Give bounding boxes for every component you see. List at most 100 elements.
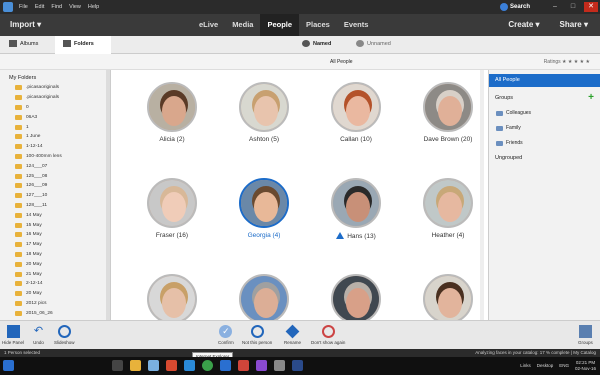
file-explorer-icon[interactable] bbox=[130, 360, 141, 371]
app-icon[interactable] bbox=[256, 360, 267, 371]
language-indicator[interactable]: ENG bbox=[559, 363, 569, 368]
import-button[interactable]: Import ▾ bbox=[10, 20, 41, 29]
folder-item[interactable]: 100-400mm lens bbox=[15, 152, 62, 162]
not-this-person-button[interactable]: Not this person bbox=[242, 325, 272, 345]
person-name[interactable]: Alicia (2) bbox=[126, 136, 218, 143]
face-thumbnail[interactable] bbox=[423, 274, 473, 320]
add-group-icon[interactable]: + bbox=[588, 92, 594, 103]
folder-item[interactable]: 1-12-14 bbox=[15, 142, 62, 152]
dont-show-again-button[interactable]: Don't show again bbox=[311, 325, 345, 345]
group-friends[interactable]: Friends bbox=[496, 140, 523, 146]
folder-item[interactable]: 20 May bbox=[15, 289, 62, 299]
folder-item[interactable]: 126___09 bbox=[15, 181, 62, 191]
named-tab[interactable]: Named bbox=[302, 40, 331, 47]
app-icon[interactable] bbox=[220, 360, 231, 371]
folder-item[interactable]: 16 May bbox=[15, 230, 62, 240]
task-view-icon[interactable] bbox=[112, 360, 123, 371]
person-tile[interactable]: Ashton (5) bbox=[218, 82, 310, 143]
folder-item[interactable]: .picasaoriginals bbox=[15, 93, 62, 103]
folder-item[interactable]: 128___11 bbox=[15, 201, 62, 211]
folder-item[interactable]: 17 May bbox=[15, 240, 62, 250]
person-name[interactable]: Hans (13) bbox=[310, 232, 402, 240]
folders-scrollbar[interactable] bbox=[106, 70, 110, 320]
folder-item[interactable]: 21 May bbox=[15, 269, 62, 279]
face-thumbnail[interactable] bbox=[147, 82, 197, 132]
person-tile[interactable] bbox=[310, 274, 402, 320]
chrome-icon[interactable] bbox=[202, 360, 213, 371]
menu-find[interactable]: Find bbox=[51, 4, 62, 10]
share-button[interactable]: Share ▾ bbox=[560, 20, 588, 29]
catalog-name[interactable]: My Catalog bbox=[573, 350, 596, 355]
folder-item[interactable]: 2012 pics bbox=[15, 299, 62, 309]
person-name[interactable]: Heather (4) bbox=[402, 232, 484, 239]
folder-item[interactable]: 18 May bbox=[15, 250, 62, 260]
group-family[interactable]: Family bbox=[496, 125, 521, 131]
app-icon[interactable] bbox=[238, 360, 249, 371]
folder-item[interactable]: 2-12-14 bbox=[15, 279, 62, 289]
person-tile[interactable]: Dave Brown (20) bbox=[402, 82, 484, 143]
folder-item[interactable]: 127___10 bbox=[15, 191, 62, 201]
person-name[interactable]: Callan (10) bbox=[310, 136, 402, 143]
folder-item[interactable]: 15 May bbox=[15, 220, 62, 230]
person-tile[interactable]: Callan (10) bbox=[310, 82, 402, 143]
create-button[interactable]: Create ▾ bbox=[508, 20, 539, 29]
folder-item[interactable]: 06A3 bbox=[15, 112, 62, 122]
folder-item[interactable]: 20 May bbox=[15, 259, 62, 269]
face-thumbnail[interactable] bbox=[423, 178, 473, 228]
slideshow-button[interactable]: Slideshow bbox=[54, 325, 75, 345]
folders-tab[interactable]: Folders bbox=[55, 36, 111, 54]
menu-file[interactable]: File bbox=[19, 4, 28, 10]
group-colleagues[interactable]: Colleagues bbox=[496, 110, 531, 116]
internet-explorer-icon[interactable] bbox=[184, 360, 195, 371]
confirm-button[interactable]: ✓ Confirm bbox=[218, 325, 234, 345]
person-tile[interactable]: Georgia (4) bbox=[218, 178, 310, 239]
face-thumbnail[interactable] bbox=[147, 178, 197, 228]
face-thumbnail[interactable] bbox=[331, 82, 381, 132]
menu-help[interactable]: Help bbox=[88, 4, 99, 10]
menu-view[interactable]: View bbox=[69, 4, 81, 10]
face-thumbnail[interactable] bbox=[239, 274, 289, 320]
person-name[interactable]: Dave Brown (20) bbox=[402, 136, 484, 143]
folder-item[interactable]: 1 bbox=[15, 122, 62, 132]
app-icon[interactable] bbox=[274, 360, 285, 371]
photoshop-elements-icon[interactable] bbox=[292, 360, 303, 371]
folder-item[interactable]: 2015_06_26 bbox=[15, 308, 62, 318]
app-icon[interactable] bbox=[148, 360, 159, 371]
person-tile[interactable]: Fraser (16) bbox=[126, 178, 218, 239]
star-rating-icon[interactable]: ★ ★ ★ ★ ★ bbox=[562, 59, 590, 65]
folder-item[interactable]: 125___08 bbox=[15, 171, 62, 181]
search-button[interactable]: Search bbox=[499, 3, 530, 11]
face-thumbnail[interactable] bbox=[423, 82, 473, 132]
tab-elive[interactable]: eLive bbox=[192, 14, 225, 36]
all-people-item[interactable]: All People bbox=[489, 74, 600, 87]
person-tile[interactable]: Alicia (2) bbox=[126, 82, 218, 143]
grid-scrollbar[interactable] bbox=[480, 70, 484, 320]
person-name[interactable]: Fraser (16) bbox=[126, 232, 218, 239]
menu-edit[interactable]: Edit bbox=[35, 4, 44, 10]
tab-events[interactable]: Events bbox=[337, 14, 376, 36]
folder-item[interactable]: 1 June bbox=[15, 132, 62, 142]
person-tile[interactable] bbox=[218, 274, 310, 320]
groups-button[interactable]: Groups bbox=[578, 325, 593, 345]
minimize-icon[interactable]: – bbox=[548, 2, 562, 12]
app-icon[interactable] bbox=[166, 360, 177, 371]
face-thumbnail[interactable] bbox=[147, 274, 197, 320]
albums-tab[interactable]: Albums bbox=[9, 40, 38, 47]
tab-media[interactable]: Media bbox=[225, 14, 260, 36]
close-icon[interactable]: ✕ bbox=[584, 2, 598, 12]
person-tile[interactable] bbox=[126, 274, 218, 320]
unnamed-tab[interactable]: Unnamed bbox=[356, 40, 391, 47]
face-thumbnail[interactable] bbox=[331, 178, 381, 228]
undo-button[interactable]: ↶ Undo bbox=[32, 325, 45, 345]
hide-panel-button[interactable]: Hide Panel bbox=[2, 325, 24, 345]
folder-item[interactable]: .picasaoriginals bbox=[15, 83, 62, 93]
start-icon[interactable] bbox=[3, 360, 14, 371]
folder-item[interactable]: 14 May bbox=[15, 210, 62, 220]
ungrouped-item[interactable]: Ungrouped bbox=[495, 155, 522, 161]
person-name[interactable]: Georgia (4) bbox=[218, 232, 310, 239]
person-tile[interactable] bbox=[402, 274, 484, 320]
person-tile[interactable]: Heather (4) bbox=[402, 178, 484, 239]
person-name[interactable]: Ashton (5) bbox=[218, 136, 310, 143]
ratings-filter[interactable]: Ratings ★ ★ ★ ★ ★ bbox=[544, 59, 590, 65]
clock[interactable]: 02:21 PM 02-Nov-16 bbox=[575, 360, 596, 371]
